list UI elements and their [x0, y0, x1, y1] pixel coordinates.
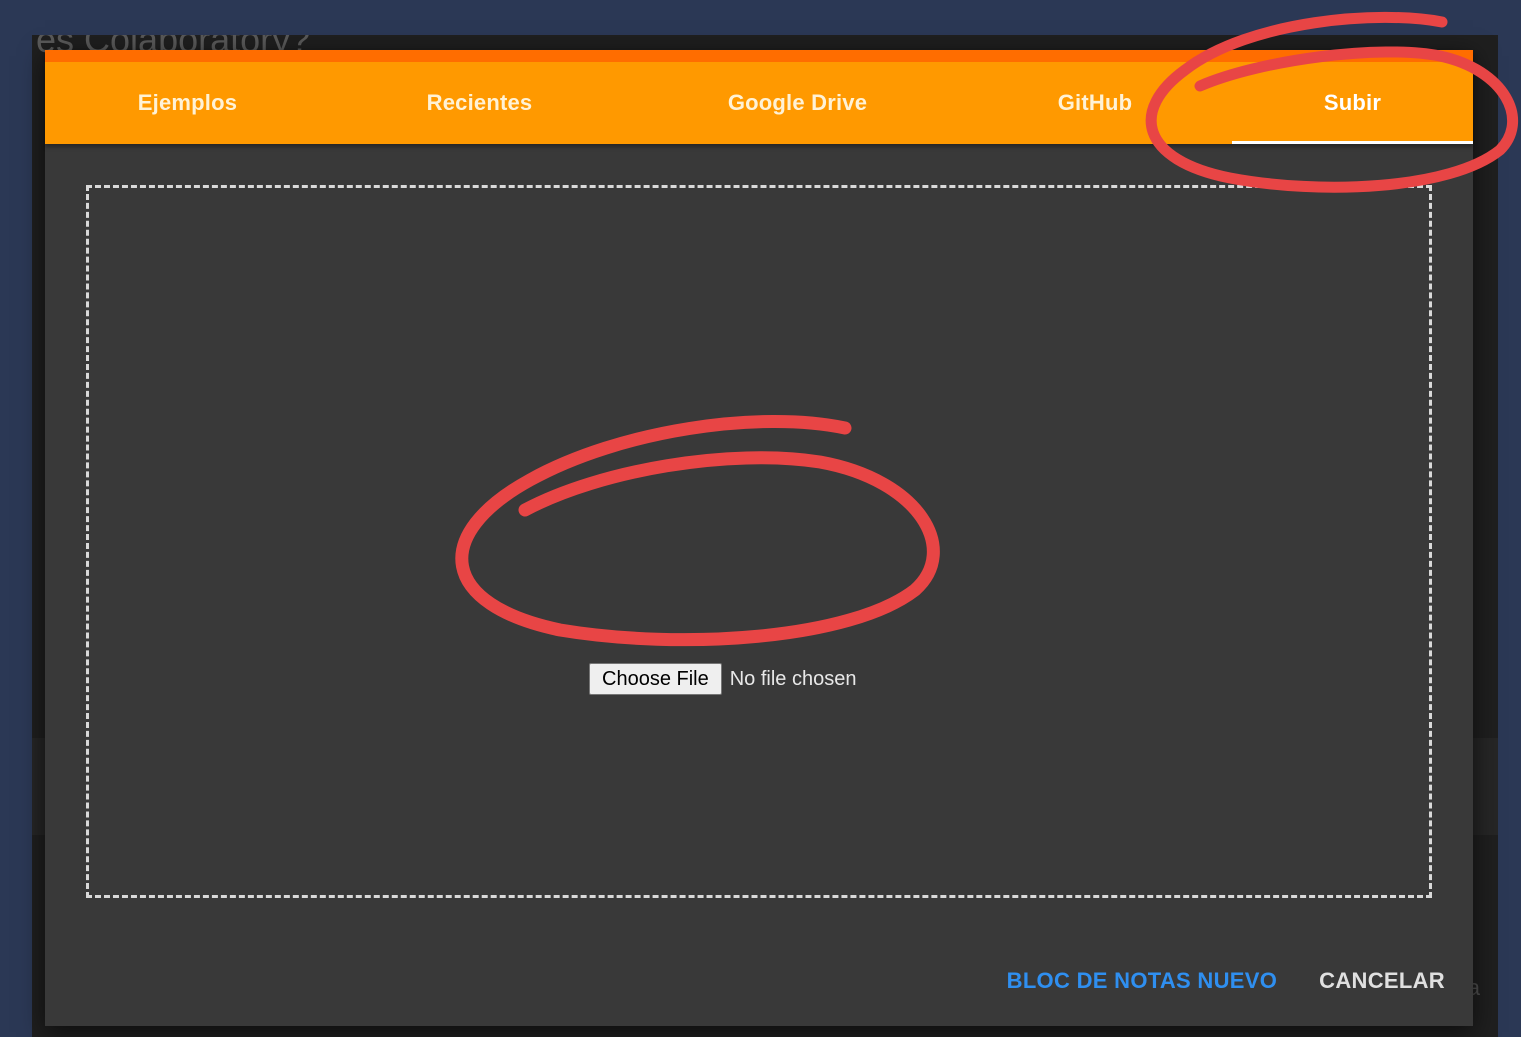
- new-notebook-button[interactable]: BLOC DE NOTAS NUEVO: [1007, 968, 1278, 994]
- tab-google-drive[interactable]: Google Drive: [655, 62, 940, 144]
- upload-drop-zone[interactable]: Choose File No file chosen: [86, 185, 1432, 898]
- dialog-actions: BLOC DE NOTAS NUEVO CANCELAR: [1007, 968, 1445, 994]
- tab-recientes[interactable]: Recientes: [337, 62, 622, 144]
- choose-file-button[interactable]: Choose File: [589, 663, 722, 695]
- tab-github[interactable]: GitHub: [995, 62, 1195, 144]
- tab-ejemplos[interactable]: Ejemplos: [45, 62, 330, 144]
- tab-subir[interactable]: Subir: [1232, 62, 1473, 144]
- file-status-text: No file chosen: [729, 667, 857, 690]
- dialog-tab-bar: Ejemplos Recientes Google Drive GitHub S…: [45, 50, 1473, 144]
- cancel-button[interactable]: CANCELAR: [1319, 968, 1445, 994]
- file-chooser: Choose File No file chosen: [589, 662, 856, 696]
- open-notebook-dialog: Ejemplos Recientes Google Drive GitHub S…: [45, 50, 1473, 1026]
